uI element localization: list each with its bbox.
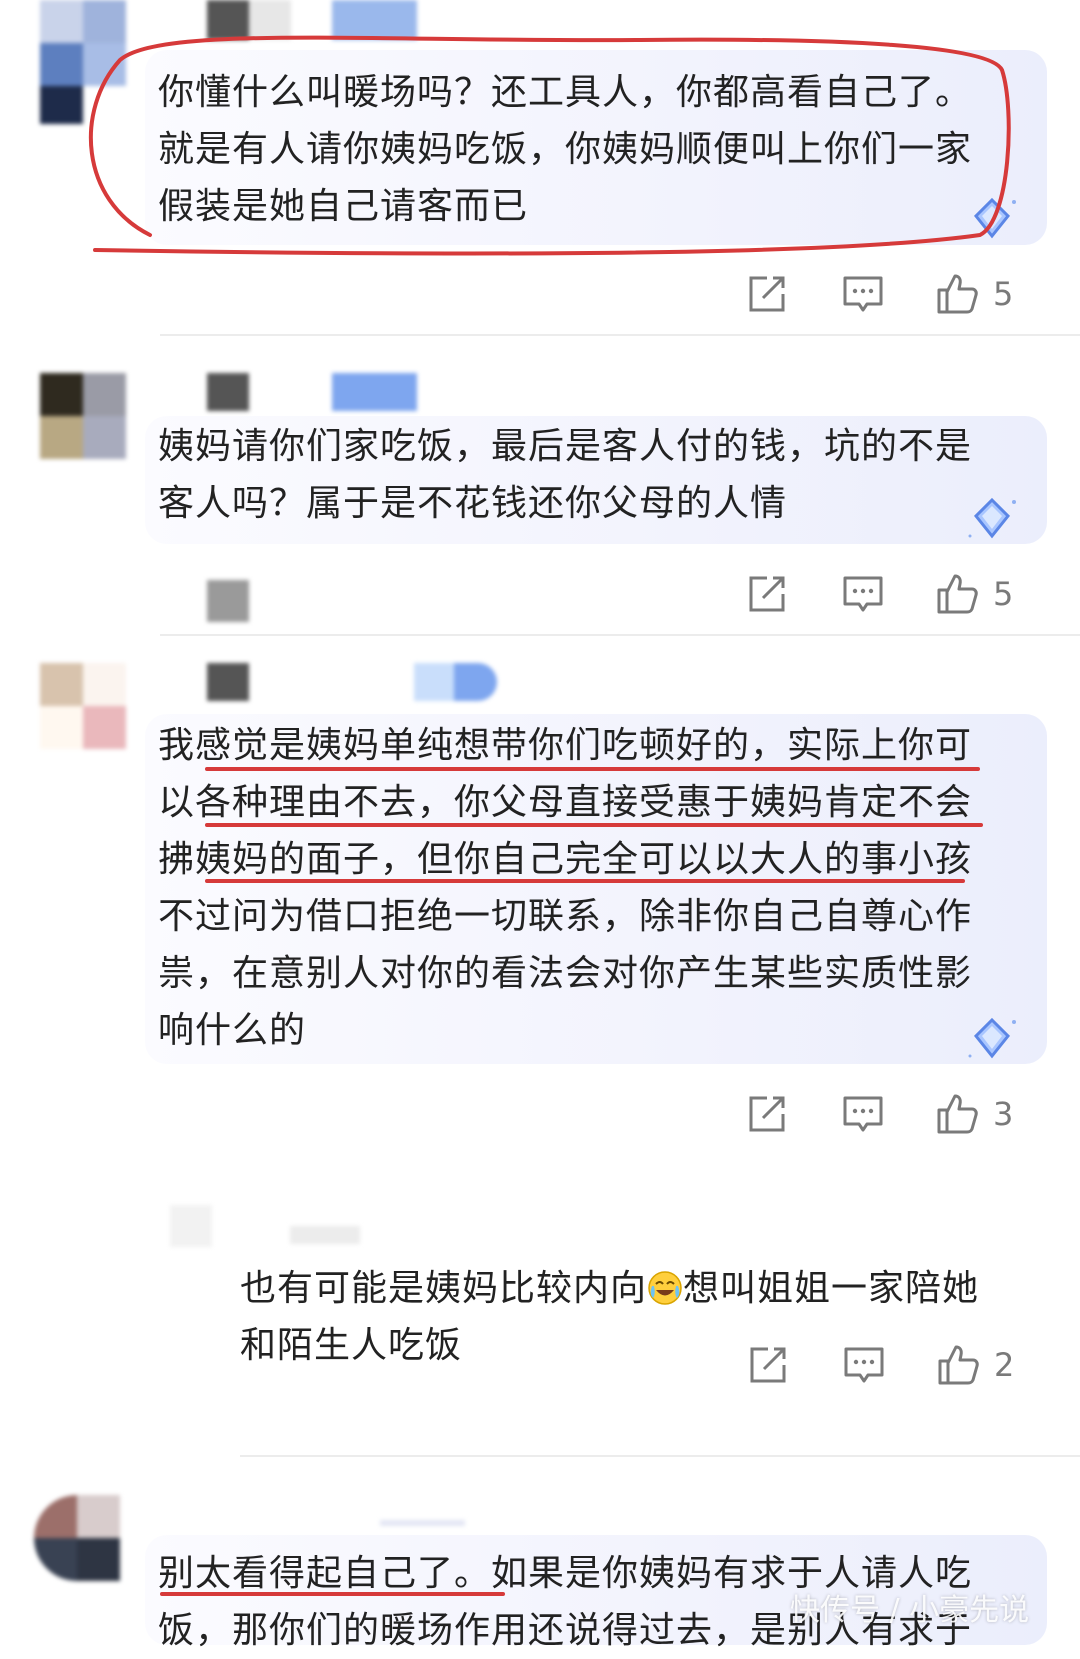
watermark: 快传号 / 小豪先说 (790, 1593, 1030, 1628)
reply-avatar[interactable] (207, 580, 249, 622)
thumbs-up-icon[interactable] (936, 1343, 980, 1387)
red-underline (205, 879, 965, 883)
red-annotation-circle (88, 35, 1011, 256)
like-count: 5 (993, 575, 1014, 613)
avatar[interactable] (40, 373, 126, 459)
divider (240, 1455, 1080, 1457)
reply-username[interactable] (290, 1226, 360, 1244)
share-icon[interactable] (746, 1343, 790, 1387)
comment-text: 姨妈请你们家吃饭，最后是客人付的钱，坑的不是 客人吗？属于是不花钱还你父母的人情 (158, 426, 973, 524)
reply-avatar[interactable] (170, 1205, 212, 1247)
avatar[interactable] (34, 1495, 120, 1581)
like-count: 5 (993, 275, 1014, 313)
comment-actions: 3 (745, 1092, 1035, 1136)
comment-icon[interactable] (842, 1343, 886, 1387)
comment-actions: 5 (745, 272, 1035, 316)
comment-icon[interactable] (841, 272, 885, 316)
red-underline (160, 1592, 505, 1596)
thumbs-up-icon[interactable] (935, 272, 979, 316)
share-icon[interactable] (745, 1092, 789, 1136)
comment-icon[interactable] (841, 1092, 885, 1136)
like-count: 3 (993, 1095, 1014, 1133)
comment-icon[interactable] (841, 572, 885, 616)
red-underline (205, 823, 983, 827)
diamond-badge-icon (968, 1017, 1016, 1059)
username[interactable] (207, 663, 497, 701)
divider (160, 634, 1080, 636)
thumbs-up-icon[interactable] (935, 572, 979, 616)
red-underline (205, 767, 980, 771)
reply-text-start: 也有可能是姨妈比较内向 (240, 1268, 648, 1309)
username[interactable] (380, 1520, 465, 1526)
comment-actions: 5 (745, 572, 1035, 616)
comment-actions: 2 (746, 1343, 1036, 1387)
like-count: 2 (994, 1346, 1015, 1384)
share-icon[interactable] (745, 572, 789, 616)
crying-laugh-emoji (648, 1271, 682, 1305)
diamond-badge-icon (968, 497, 1016, 539)
share-icon[interactable] (745, 272, 789, 316)
avatar[interactable] (40, 663, 126, 749)
divider (160, 334, 1080, 336)
username[interactable] (207, 373, 417, 411)
thumbs-up-icon[interactable] (935, 1092, 979, 1136)
